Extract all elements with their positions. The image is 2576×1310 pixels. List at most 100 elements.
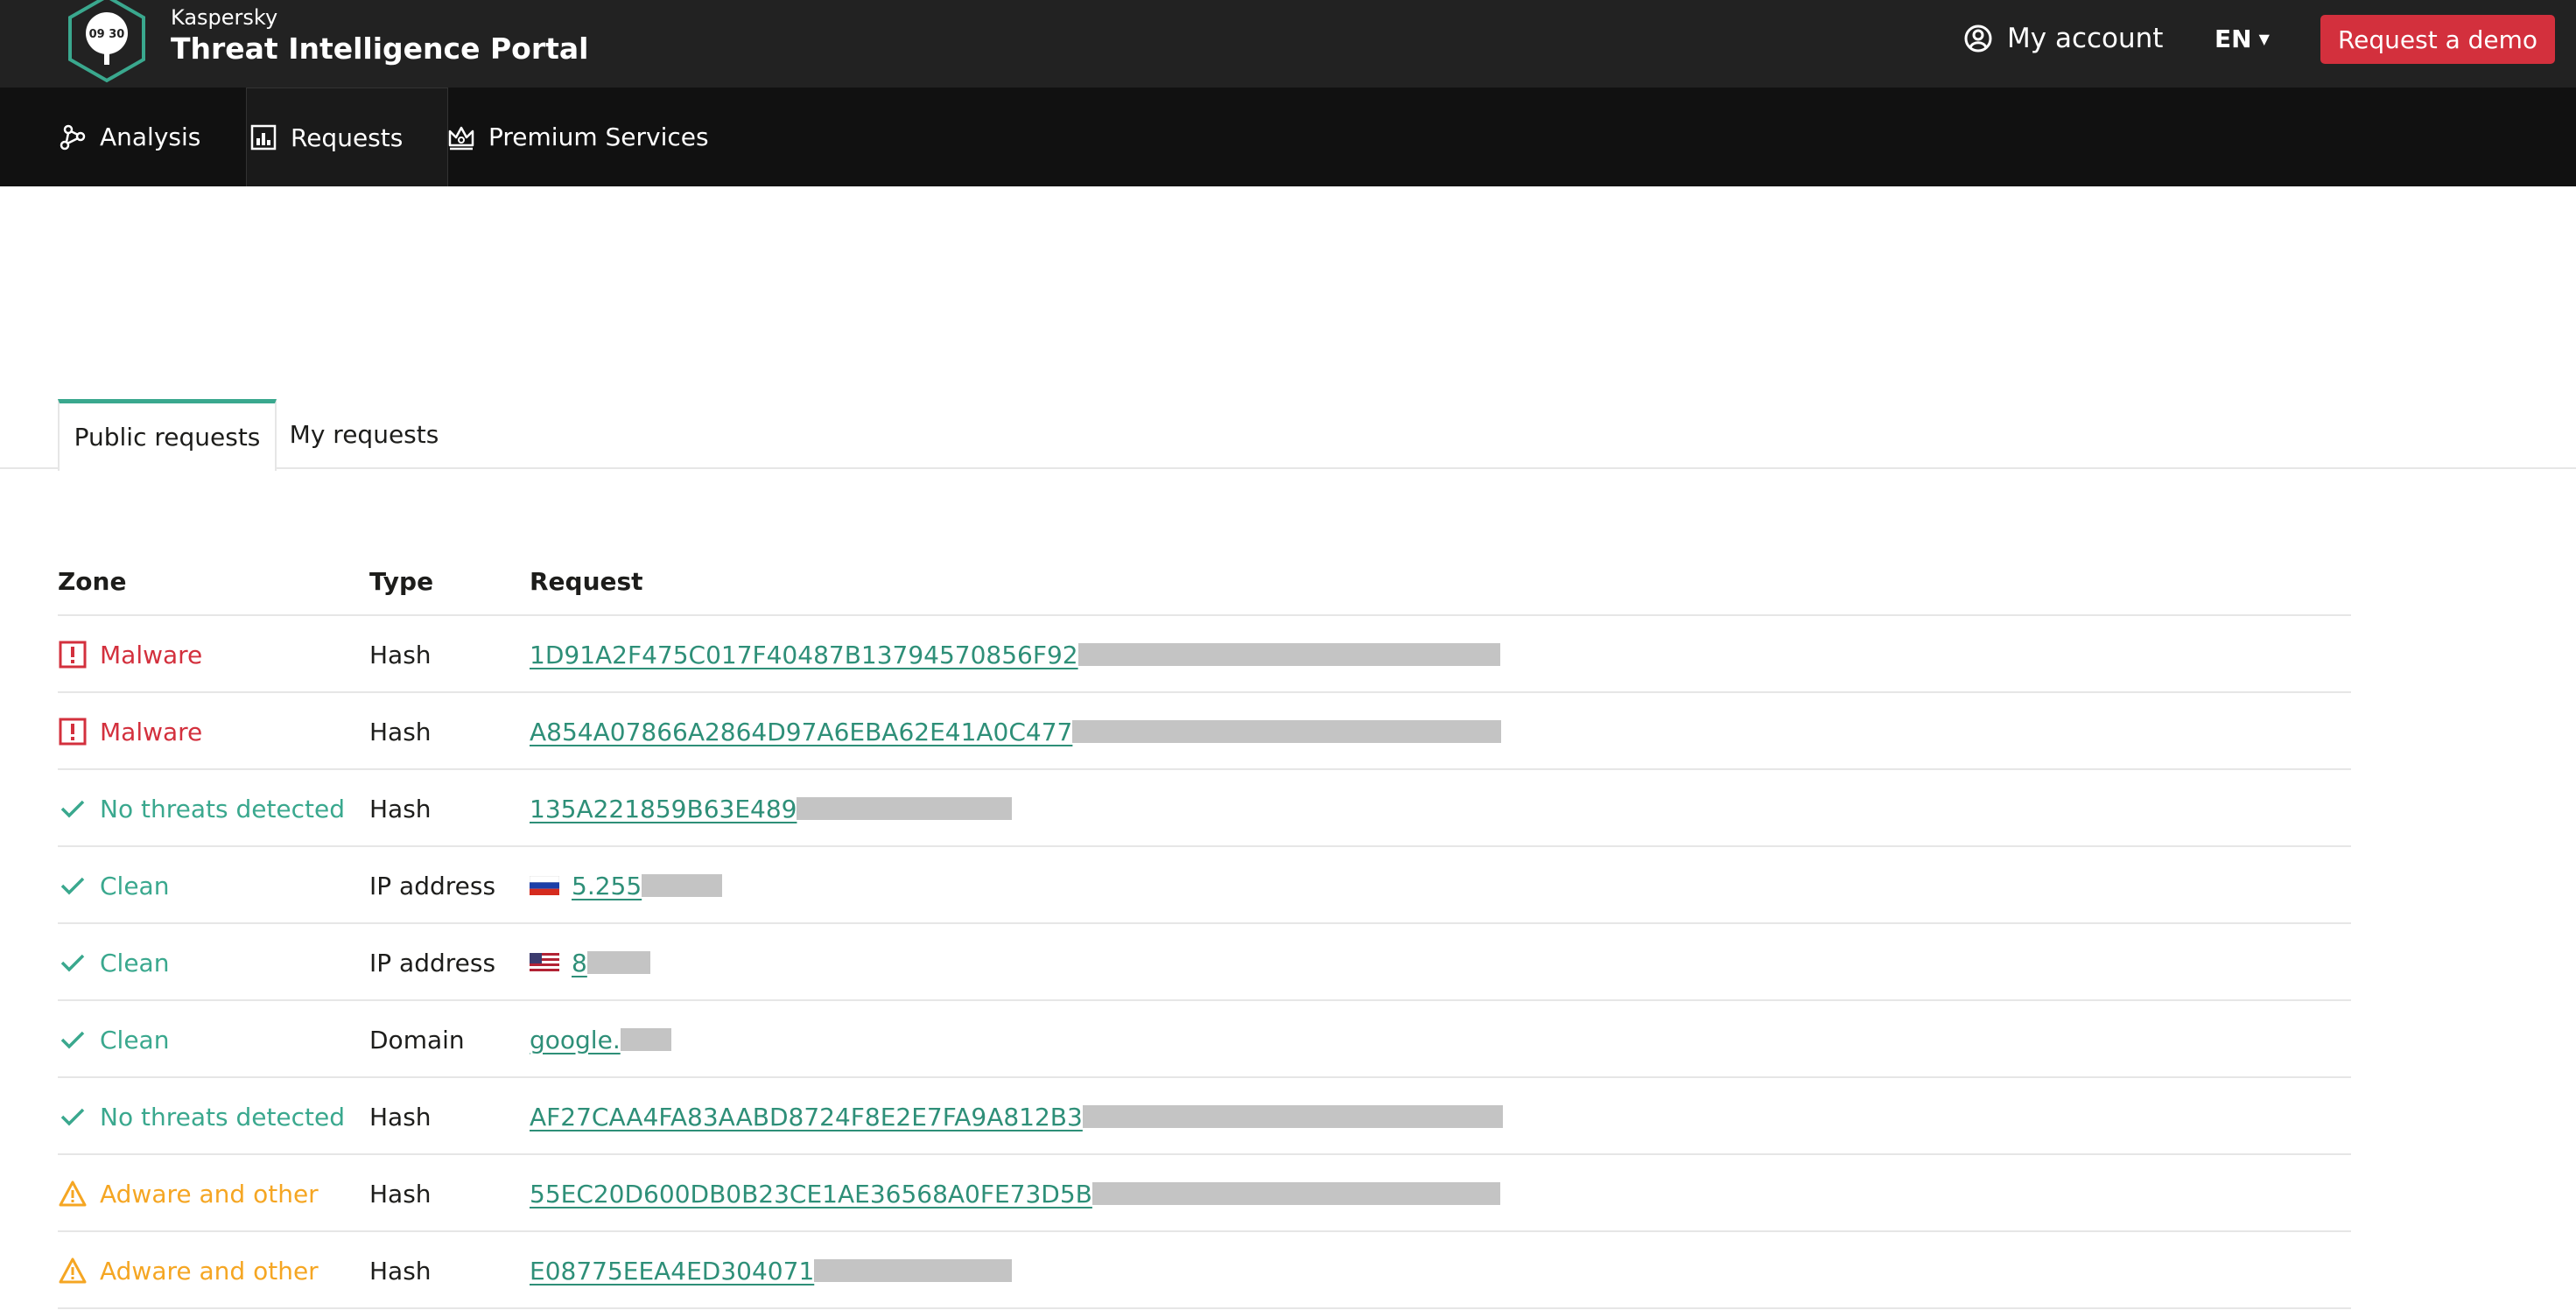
type-cell: IP address bbox=[369, 948, 496, 977]
table-row[interactable]: Adware and other Hash 55EC20D600DB0B23CE… bbox=[58, 1155, 2351, 1232]
zone-cell: Clean bbox=[58, 1001, 169, 1078]
tab-public-requests[interactable]: Public requests bbox=[58, 399, 277, 471]
redacted-block bbox=[620, 1028, 671, 1051]
zone-cell: No threats detected bbox=[58, 1078, 345, 1155]
redacted-block bbox=[586, 951, 650, 974]
table-row[interactable]: No threats detected Hash AF27CAA4FA83AAB… bbox=[58, 1078, 2351, 1155]
request-link[interactable]: google. bbox=[530, 1026, 621, 1054]
zone-label: No threats detected bbox=[100, 794, 346, 823]
zone-label: Malware bbox=[100, 717, 203, 746]
request-link[interactable]: 135A221859B63E489 bbox=[530, 795, 797, 823]
russia-flag-icon bbox=[530, 876, 559, 895]
zone-cell: Malware bbox=[58, 616, 202, 693]
portal-title[interactable]: Threat Intelligence Portal bbox=[171, 32, 588, 66]
checkmark-icon bbox=[58, 1102, 88, 1131]
type-cell: IP address bbox=[369, 871, 496, 900]
checkmark-icon bbox=[58, 948, 88, 977]
zone-cell: Clean bbox=[58, 924, 169, 1001]
redacted-block bbox=[1091, 1182, 1500, 1205]
my-account-link[interactable]: My account bbox=[1963, 19, 2163, 58]
top-bar: 09 30 Kaspersky Threat Intelligence Port… bbox=[0, 0, 2576, 88]
request-link[interactable]: 55EC20D600DB0B23CE1AE36568A0FE73D5B bbox=[530, 1180, 1092, 1208]
caret-down-icon: ▼ bbox=[2258, 30, 2270, 47]
zone-label: Malware bbox=[100, 640, 203, 669]
redacted-block bbox=[1072, 720, 1502, 743]
checkmark-icon bbox=[58, 871, 88, 900]
language-label: EN bbox=[2215, 24, 2252, 53]
logo-text: 09 30 bbox=[89, 28, 125, 41]
requests-table: Zone Type Request Malware Hash 1D91A2F47… bbox=[58, 550, 2351, 1309]
user-circle-icon bbox=[1964, 25, 1992, 53]
warning-triangle-icon bbox=[58, 1256, 88, 1285]
nav-item-analysis[interactable]: Analysis bbox=[58, 88, 200, 186]
language-selector[interactable]: EN ▼ bbox=[2215, 19, 2270, 58]
request-cell: 8 bbox=[530, 924, 650, 1001]
nav-item-label: Requests bbox=[291, 123, 404, 152]
request-link[interactable]: A854A07866A2864D97A6EBA62E41A0C477 bbox=[530, 718, 1072, 746]
request-cell: 5.255 bbox=[530, 847, 723, 924]
request-demo-button[interactable]: Request a demo bbox=[2320, 15, 2555, 64]
request-link[interactable]: 1D91A2F475C017F40487B13794570856F92 bbox=[530, 641, 1078, 669]
request-link[interactable]: AF27CAA4FA83AABD8724F8E2E7FA9A812B3 bbox=[530, 1103, 1083, 1131]
type-cell: Domain bbox=[369, 1025, 465, 1054]
malware-alert-icon bbox=[58, 717, 88, 746]
zone-label: Adware and other bbox=[100, 1179, 319, 1208]
nav-item-label: Premium Services bbox=[488, 123, 709, 151]
column-header-zone: Zone bbox=[58, 567, 127, 596]
table-header: Zone Type Request bbox=[58, 550, 2351, 616]
column-header-type: Type bbox=[369, 567, 434, 596]
nav-item-label: Analysis bbox=[100, 123, 201, 151]
kaspersky-logo-icon[interactable]: 09 30 bbox=[61, 0, 152, 84]
request-cell: 135A221859B63E489 bbox=[530, 770, 1013, 847]
zone-cell: Adware and other bbox=[58, 1155, 319, 1232]
type-cell: Hash bbox=[369, 1102, 432, 1131]
warning-triangle-icon bbox=[58, 1179, 88, 1208]
request-cell: A854A07866A2864D97A6EBA62E41A0C477 bbox=[530, 693, 1502, 770]
nav-item-requests[interactable]: Requests bbox=[246, 88, 448, 186]
request-link[interactable]: E08775EEA4ED304071 bbox=[530, 1257, 814, 1285]
type-cell: Hash bbox=[369, 717, 432, 746]
tab-my-requests[interactable]: My requests bbox=[277, 399, 452, 469]
zone-cell: Adware and other bbox=[58, 1232, 319, 1309]
crown-icon bbox=[448, 126, 474, 150]
redacted-block bbox=[1077, 643, 1500, 666]
zone-cell: Malware bbox=[58, 693, 202, 770]
main-nav: Analysis Requests Premium Services bbox=[0, 88, 2576, 186]
zone-label: Clean bbox=[100, 948, 170, 977]
request-tabs: Public requests My requests bbox=[0, 399, 2576, 471]
redacted-block bbox=[814, 1259, 1013, 1282]
request-link[interactable]: 8 bbox=[572, 949, 587, 977]
type-cell: Hash bbox=[369, 794, 432, 823]
checkmark-icon bbox=[58, 794, 88, 823]
type-cell: Hash bbox=[369, 1179, 432, 1208]
zone-label: No threats detected bbox=[100, 1102, 346, 1131]
analysis-icon bbox=[60, 124, 86, 150]
request-link[interactable]: 5.255 bbox=[572, 872, 642, 900]
redacted-block bbox=[797, 797, 1013, 820]
checkmark-icon bbox=[58, 1025, 88, 1054]
table-row[interactable]: Clean Domain google. bbox=[58, 1001, 2351, 1078]
table-row[interactable]: Malware Hash 1D91A2F475C017F40487B137945… bbox=[58, 616, 2351, 693]
zone-cell: Clean bbox=[58, 847, 169, 924]
zone-label: Adware and other bbox=[100, 1256, 319, 1285]
redacted-block bbox=[642, 874, 723, 897]
table-row[interactable]: Clean IP address 5.255 bbox=[58, 847, 2351, 924]
table-row[interactable]: Adware and other Hash E08775EEA4ED304071 bbox=[58, 1232, 2351, 1309]
table-row[interactable]: Malware Hash A854A07866A2864D97A6EBA62E4… bbox=[58, 693, 2351, 770]
table-row[interactable]: No threats detected Hash 135A221859B63E4… bbox=[58, 770, 2351, 847]
redacted-block bbox=[1082, 1105, 1503, 1128]
zone-label: Clean bbox=[100, 1025, 170, 1054]
column-header-request: Request bbox=[530, 567, 643, 596]
request-cell: 55EC20D600DB0B23CE1AE36568A0FE73D5B bbox=[530, 1155, 1500, 1232]
brand-name: Kaspersky bbox=[171, 5, 278, 30]
request-cell: E08775EEA4ED304071 bbox=[530, 1232, 1013, 1309]
malware-alert-icon bbox=[58, 640, 88, 669]
table-row[interactable]: Clean IP address 8 bbox=[58, 924, 2351, 1001]
zone-cell: No threats detected bbox=[58, 770, 345, 847]
request-cell: 1D91A2F475C017F40487B13794570856F92 bbox=[530, 616, 1500, 693]
usa-flag-icon bbox=[530, 953, 559, 972]
nav-item-premium-services[interactable]: Premium Services bbox=[446, 88, 709, 186]
type-cell: Hash bbox=[369, 1256, 432, 1285]
request-cell: google. bbox=[530, 1001, 671, 1078]
request-cell: AF27CAA4FA83AABD8724F8E2E7FA9A812B3 bbox=[530, 1078, 1503, 1155]
